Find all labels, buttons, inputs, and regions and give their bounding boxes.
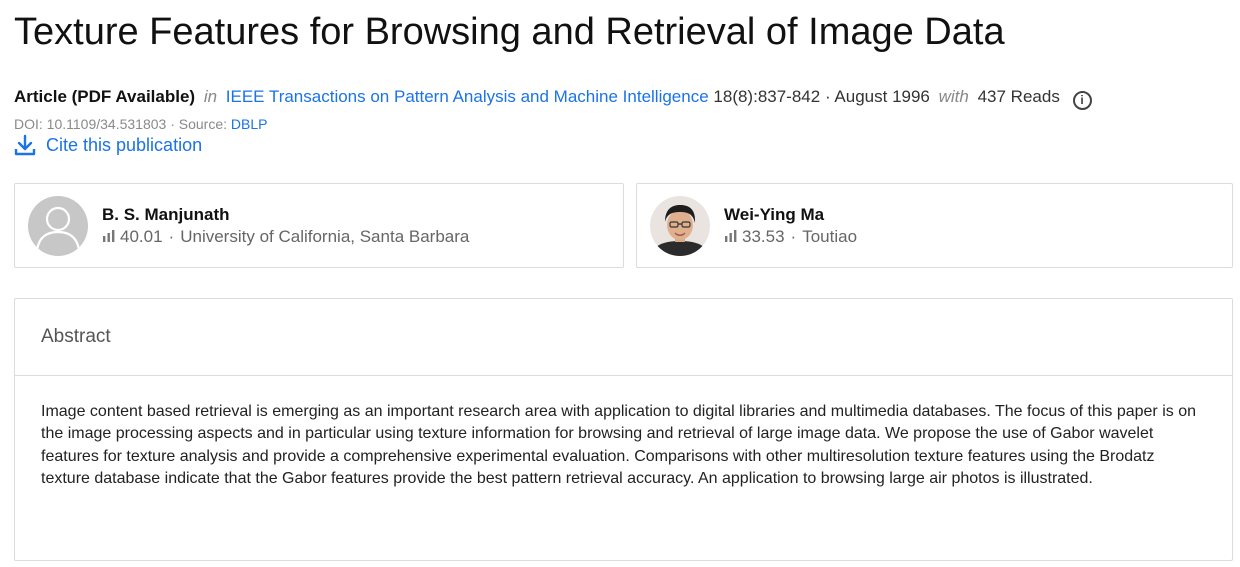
doi-text: DOI: 10.1109/34.531803: [14, 116, 167, 132]
abstract-heading: Abstract: [15, 299, 1232, 376]
author-score: 33.53: [742, 227, 785, 246]
volume-pages: 18(8):837-842: [713, 87, 821, 106]
reads-count: 437 Reads: [977, 87, 1060, 106]
author-name[interactable]: B. S. Manjunath: [102, 205, 230, 225]
meta-separator: ·: [168, 227, 175, 246]
journal-link[interactable]: IEEE Transactions on Pattern Analysis an…: [226, 87, 709, 106]
publication-type: Article (PDF Available): [14, 87, 196, 106]
info-icon[interactable]: i: [1072, 91, 1092, 110]
cite-button[interactable]: Cite this publication: [14, 133, 202, 157]
source-link[interactable]: DBLP: [231, 116, 268, 132]
score-bars-icon: [724, 227, 739, 247]
source-label: Source:: [178, 116, 228, 132]
author-affiliation: University of California, Santa Barbara: [180, 227, 470, 246]
publication-date: August 1996: [834, 87, 930, 106]
abstract-card: Abstract Image content based retrieval i…: [14, 298, 1233, 561]
author-affiliation: Toutiao: [802, 227, 858, 246]
with-label: with: [938, 87, 969, 106]
avatar[interactable]: [28, 196, 88, 256]
cite-label: Cite this publication: [46, 135, 203, 155]
author-meta: 40.01 · University of California, Santa …: [102, 227, 469, 247]
publication-meta: Article (PDF Available) in IEEE Transact…: [14, 86, 1092, 110]
meta-separator: ·: [790, 227, 797, 246]
in-label: in: [203, 87, 218, 106]
meta-separator: ·: [824, 87, 831, 106]
doi-line: DOI: 10.1109/34.531803 · Source: DBLP: [14, 115, 267, 133]
avatar[interactable]: [650, 196, 710, 256]
author-card[interactable]: B. S. Manjunath 40.01 · University of Ca…: [14, 183, 624, 268]
score-bars-icon: [102, 227, 117, 247]
download-icon: [14, 134, 36, 156]
page-title: Texture Features for Browsing and Retrie…: [14, 11, 1005, 53]
abstract-text: Image content based retrieval is emergin…: [41, 403, 1196, 488]
author-score: 40.01: [120, 227, 163, 246]
author-card[interactable]: Wei-Ying Ma 33.53 · Toutiao: [636, 183, 1233, 268]
meta-separator: ·: [170, 116, 175, 132]
author-name[interactable]: Wei-Ying Ma: [724, 205, 824, 225]
author-meta: 33.53 · Toutiao: [724, 227, 857, 247]
